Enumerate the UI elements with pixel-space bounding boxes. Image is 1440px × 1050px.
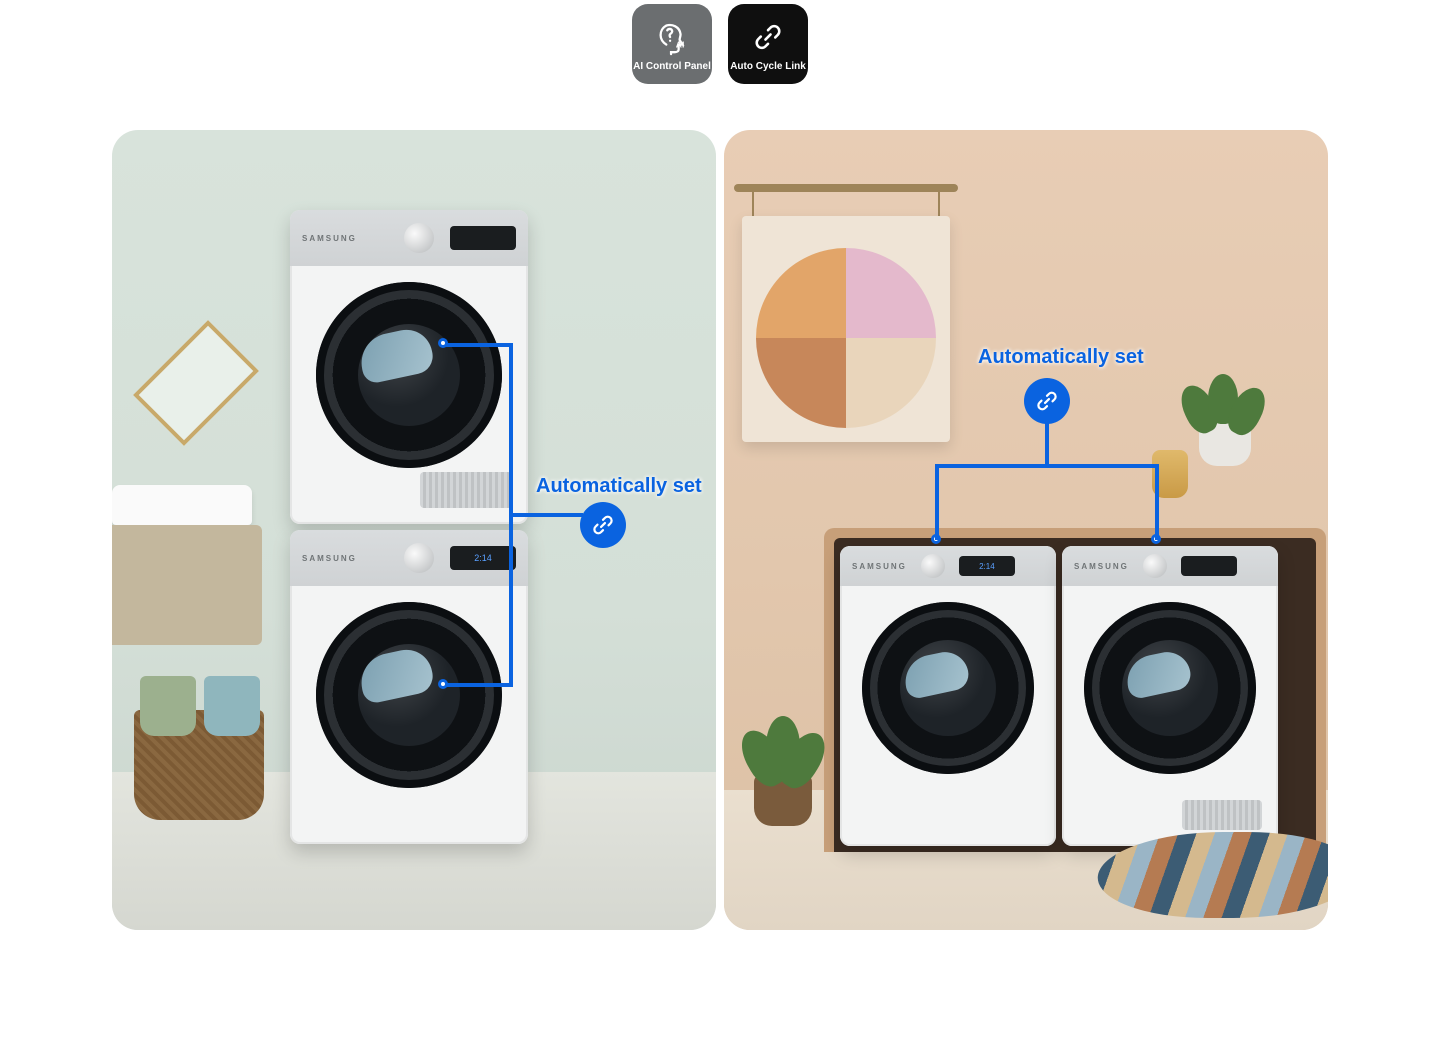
auto-set-label: Automatically set [978,346,1144,369]
side-by-side-appliances: SAMSUNG 2:14 SAMSUNG [840,546,1278,846]
washer-control-panel: SAMSUNG 2:14 [290,530,528,586]
comparison-panels: SAMSUNG SAMSUNG 2:14 Automatical [112,130,1328,930]
dryer-dial [404,223,434,253]
ai-head-icon: AI [652,17,692,57]
floor-plant [740,774,826,826]
vanity-cabinet [112,525,262,645]
brand-logo: SAMSUNG [1074,562,1129,571]
dryer-display [450,226,516,250]
dryer-display [1181,556,1237,576]
stacked-appliances: SAMSUNG SAMSUNG 2:14 [290,210,528,844]
dryer-unit: SAMSUNG [1062,546,1278,846]
chain-link-icon [748,17,788,57]
panel-sidebyside-layout: SAMSUNG 2:14 SAMSUNG [724,130,1328,930]
washer-unit: SAMSUNG 2:14 [290,530,528,844]
brand-logo: SAMSUNG [302,554,357,563]
badge-ai-control-panel: AI AI Control Panel [632,4,712,84]
brand-logo: SAMSUNG [302,234,357,243]
washer-control-panel: SAMSUNG 2:14 [840,546,1056,586]
badge-ai-label: AI Control Panel [633,61,711,72]
dryer-vent [1182,800,1262,830]
dryer-dial [1143,554,1167,578]
feature-badges: AI AI Control Panel Auto Cycle Link [632,4,808,84]
washer-display: 2:14 [959,556,1015,576]
auto-set-label: Automatically set [536,475,702,498]
washer-unit: SAMSUNG 2:14 [840,546,1056,846]
dryer-vent [420,472,512,508]
laundry-basket [134,710,264,820]
wall-mirror [133,320,259,446]
bathroom-sink [112,485,252,525]
link-icon-badge [580,502,626,548]
svg-text:AI: AI [676,39,685,49]
decor-vase [1152,450,1188,498]
dryer-unit: SAMSUNG [290,210,528,524]
washer-display: 2:14 [450,546,516,570]
washer-dial [404,543,434,573]
dryer-control-panel: SAMSUNG [290,210,528,266]
link-icon-badge [1024,378,1070,424]
wall-art [734,184,958,442]
panel-stacked-layout: SAMSUNG SAMSUNG 2:14 Automatical [112,130,716,930]
dryer-control-panel: SAMSUNG [1062,546,1278,586]
washer-dial [921,554,945,578]
brand-logo: SAMSUNG [852,562,907,571]
badge-link-label: Auto Cycle Link [730,61,806,72]
badge-auto-cycle-link: Auto Cycle Link [728,4,808,84]
